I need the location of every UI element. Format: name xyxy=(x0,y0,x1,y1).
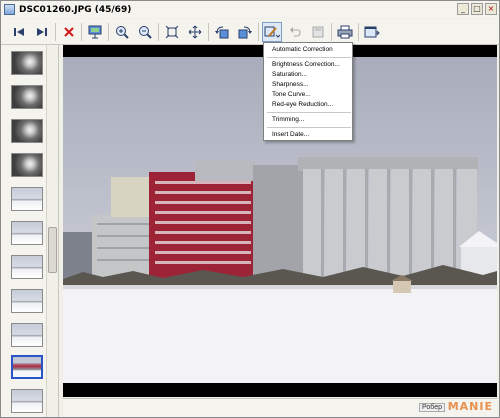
fit-window-icon xyxy=(165,25,179,39)
close-viewer-icon xyxy=(364,26,380,38)
last-image-button[interactable] xyxy=(32,22,52,42)
thumbnail[interactable] xyxy=(11,187,43,211)
fit-window-button[interactable] xyxy=(162,22,182,42)
thumbnail[interactable] xyxy=(11,221,43,245)
zoom-out-button[interactable] xyxy=(135,22,155,42)
first-image-button[interactable] xyxy=(9,22,29,42)
toolbar-separator xyxy=(55,23,56,41)
delete-button[interactable] xyxy=(59,22,79,42)
minimize-button[interactable]: _ xyxy=(457,3,469,15)
thumbnail-strip xyxy=(1,45,59,417)
menu-separator xyxy=(267,57,351,58)
thumbnail-scrollbar[interactable] xyxy=(46,45,58,417)
status-bar: Робеp MANIE xyxy=(63,398,497,417)
toolbar-separator xyxy=(81,23,82,41)
image-adjust-menu: Automatic Correction Brightness Correcti… xyxy=(263,42,353,141)
save-icon xyxy=(312,26,324,38)
skip-to-start-icon xyxy=(14,28,24,36)
zoom-in-icon xyxy=(116,26,129,39)
thumbnail[interactable] xyxy=(11,323,43,347)
thumbnail-selected[interactable] xyxy=(11,355,43,379)
toolbar-separator xyxy=(358,23,359,41)
toolbar-separator xyxy=(108,23,109,41)
toolbar xyxy=(1,19,499,45)
zoom-out-icon xyxy=(139,26,152,39)
thumbnail[interactable] xyxy=(11,153,43,177)
app-icon xyxy=(4,4,15,15)
toolbar-separator xyxy=(258,23,259,41)
actual-size-icon xyxy=(188,25,202,39)
red-x-icon xyxy=(64,27,74,37)
undo-icon xyxy=(290,27,301,37)
skip-to-end-icon xyxy=(37,28,47,36)
rotate-left-icon xyxy=(215,26,229,39)
menu-item-red-eye-reduction[interactable]: Red-eye Reduction... xyxy=(272,101,333,108)
rotate-right-icon xyxy=(238,26,252,39)
maximize-button[interactable]: □ xyxy=(471,3,483,15)
close-button[interactable]: × xyxy=(485,3,497,15)
menu-separator xyxy=(267,112,351,113)
printer-icon xyxy=(337,25,353,39)
rotate-right-button[interactable] xyxy=(235,22,255,42)
toolbar-separator xyxy=(158,23,159,41)
menu-item-saturation[interactable]: Saturation... xyxy=(272,71,307,78)
rotate-left-button[interactable] xyxy=(212,22,232,42)
menu-item-sharpness[interactable]: Sharpness... xyxy=(272,81,309,88)
thumbnail[interactable] xyxy=(11,289,43,313)
menu-separator xyxy=(267,127,351,128)
actual-size-button[interactable] xyxy=(185,22,205,42)
thumbnail[interactable] xyxy=(11,51,43,75)
toolbar-separator xyxy=(331,23,332,41)
viewer-window: DSC01260.JPG (45/69) _ □ × Робеp MANIE A… xyxy=(0,0,500,418)
menu-item-automatic-correction[interactable]: Automatic Correction xyxy=(272,46,333,53)
watermark-logo: MANIE xyxy=(447,400,493,413)
window-controls: _ □ × xyxy=(457,3,497,15)
menu-item-trimming[interactable]: Trimming... xyxy=(272,116,304,123)
save-button[interactable] xyxy=(308,22,328,42)
thumbnail[interactable] xyxy=(11,255,43,279)
image-adjust-button[interactable] xyxy=(262,22,282,42)
toolbar-separator xyxy=(208,23,209,41)
slideshow-button[interactable] xyxy=(85,22,105,42)
print-button[interactable] xyxy=(335,22,355,42)
zoom-in-button[interactable] xyxy=(112,22,132,42)
menu-item-insert-date[interactable]: Insert Date... xyxy=(272,131,309,138)
window-title: DSC01260.JPG (45/69) xyxy=(19,4,132,15)
thumbnail[interactable] xyxy=(11,389,43,413)
thumbnail[interactable] xyxy=(11,85,43,109)
title-bar[interactable]: DSC01260.JPG (45/69) _ □ × xyxy=(1,1,499,18)
thumbnail[interactable] xyxy=(11,119,43,143)
menu-item-brightness-correction[interactable]: Brightness Correction... xyxy=(272,61,340,68)
slideshow-icon xyxy=(88,25,102,39)
watermark-label: Робеp xyxy=(419,403,445,412)
menu-item-tone-curve[interactable]: Tone Curve... xyxy=(272,91,311,98)
image-adjust-icon xyxy=(264,26,280,38)
scrollbar-thumb[interactable] xyxy=(48,227,57,273)
undo-button[interactable] xyxy=(285,22,305,42)
close-viewer-button[interactable] xyxy=(362,22,382,42)
